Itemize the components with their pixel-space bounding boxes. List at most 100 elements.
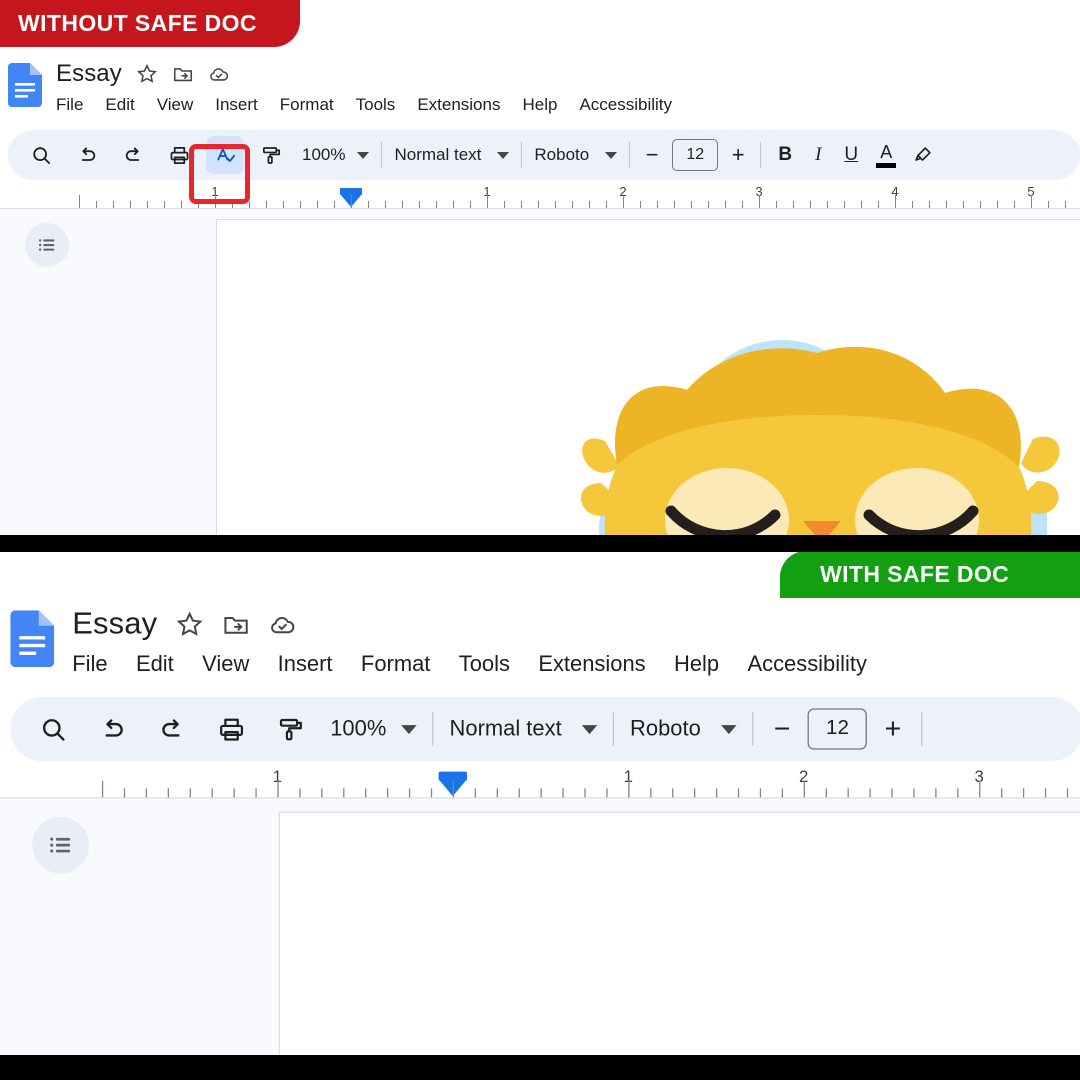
font-size-input[interactable]: 12 <box>807 708 868 750</box>
zoom-control[interactable]: 100% <box>302 145 370 165</box>
divider <box>521 142 523 168</box>
ruler-tick <box>255 788 257 798</box>
menu-item-insert[interactable]: Insert <box>278 649 333 680</box>
zoom-control[interactable]: 100% <box>330 716 418 742</box>
google-docs-logo-icon[interactable] <box>8 63 42 107</box>
menu-item-accessibility[interactable]: Accessibility <box>747 649 866 680</box>
highlight-color-icon[interactable] <box>911 136 935 174</box>
menu-item-edit[interactable]: Edit <box>105 93 134 117</box>
document-outline-icon[interactable] <box>32 816 90 874</box>
search-icon[interactable] <box>22 136 60 174</box>
ruler-tick <box>589 201 590 208</box>
menu-item-help[interactable]: Help <box>674 649 719 680</box>
ruler-tick <box>957 788 959 798</box>
banner-without-label: WITHOUT SAFE DOC <box>18 10 257 36</box>
menu-item-accessibility[interactable]: Accessibility <box>579 93 672 117</box>
ruler-tick <box>827 201 828 208</box>
ruler-tick <box>334 201 335 208</box>
paint-format-icon[interactable] <box>252 136 290 174</box>
search-icon[interactable] <box>28 704 77 753</box>
document-page-bottom[interactable] <box>278 811 1080 1055</box>
menu-item-insert[interactable]: Insert <box>215 93 258 117</box>
ruler-top[interactable]: 1 1 2 3 4 5 <box>0 183 1080 209</box>
document-outline-icon[interactable] <box>25 223 69 267</box>
menu-item-view[interactable]: View <box>202 649 249 680</box>
ruler-tick <box>402 201 403 208</box>
ruler-tick <box>861 201 862 208</box>
move-to-folder-icon[interactable] <box>222 610 250 638</box>
paint-format-icon[interactable] <box>266 704 315 753</box>
google-docs-logo-icon[interactable] <box>10 610 55 668</box>
ruler-tick <box>408 788 411 798</box>
ruler-bottom[interactable]: 1 1 2 3 <box>0 765 1080 799</box>
undo-icon[interactable] <box>68 136 106 174</box>
paragraph-style-dropdown[interactable]: Normal text <box>394 145 510 165</box>
document-page-top[interactable] <box>216 219 1080 535</box>
ruler-tick <box>1022 788 1025 798</box>
ruler-tick <box>317 201 318 208</box>
cloud-saved-icon[interactable] <box>268 610 296 638</box>
menu-item-file[interactable]: File <box>72 649 107 680</box>
font-size-decrease-button[interactable]: − <box>769 714 795 742</box>
undo-icon[interactable] <box>88 704 137 753</box>
doc-header: Essay File Edit View Insert Format Tools… <box>0 55 1080 127</box>
redo-icon[interactable] <box>114 136 152 174</box>
page-title[interactable]: Essay <box>56 59 122 89</box>
underline-button[interactable]: U <box>841 144 861 166</box>
font-size-increase-button[interactable]: + <box>880 714 906 742</box>
menu-item-help[interactable]: Help <box>522 93 557 117</box>
ruler-tick <box>572 201 573 208</box>
ruler-tick <box>759 195 760 208</box>
font-size-increase-button[interactable]: + <box>728 144 748 166</box>
menu-item-extensions[interactable]: Extensions <box>538 649 645 680</box>
font-size-decrease-button[interactable]: − <box>642 144 662 166</box>
ruler-tick <box>123 788 126 798</box>
ruler-tick <box>759 788 762 798</box>
menu-item-file[interactable]: File <box>56 93 83 117</box>
star-icon[interactable] <box>136 63 158 85</box>
menu-item-view[interactable]: View <box>157 93 194 117</box>
ruler-tick <box>847 788 849 798</box>
ruler-tick <box>474 788 477 798</box>
toolbar-wrapper: 100% Normal text Roboto − <box>0 127 1080 183</box>
paragraph-style-value: Normal text <box>449 716 562 741</box>
ruler-tick <box>623 195 624 208</box>
font-size-stepper: − 12 + <box>769 708 906 750</box>
menu-item-format[interactable]: Format <box>280 93 334 117</box>
ruler-tick <box>211 788 213 798</box>
google-docs-ui-top: Essay File Edit View Insert Format Tools… <box>0 55 1080 535</box>
star-icon[interactable] <box>175 610 203 638</box>
text-color-button[interactable]: A <box>875 143 897 168</box>
print-icon[interactable] <box>206 704 255 753</box>
ruler-tick <box>793 201 794 208</box>
paragraph-style-dropdown[interactable]: Normal text <box>450 716 598 742</box>
font-size-input[interactable]: 12 <box>672 139 719 171</box>
ruler-tick <box>606 788 608 798</box>
font-size-stepper: − 12 + <box>642 139 748 171</box>
cloud-saved-icon[interactable] <box>208 63 230 85</box>
ruler-tick <box>504 201 505 208</box>
menu-item-tools[interactable]: Tools <box>459 649 510 680</box>
move-to-folder-icon[interactable] <box>172 63 194 85</box>
page-title[interactable]: Essay <box>72 605 157 644</box>
bold-button[interactable]: B <box>775 144 795 166</box>
ruler-tick <box>640 201 641 208</box>
ruler-tick <box>725 201 726 208</box>
ruler-tick <box>1014 201 1015 208</box>
ruler-tick <box>980 201 981 208</box>
menu-item-format[interactable]: Format <box>361 649 430 680</box>
doc-title-row: Essay <box>72 605 296 644</box>
ruler-tick <box>147 201 148 208</box>
menu-item-extensions[interactable]: Extensions <box>417 93 500 117</box>
menu-item-edit[interactable]: Edit <box>136 649 174 680</box>
italic-button[interactable]: I <box>809 144 827 166</box>
ruler-tick <box>419 201 420 208</box>
menu-item-tools[interactable]: Tools <box>356 93 396 117</box>
font-family-dropdown[interactable]: Roboto <box>630 716 737 742</box>
redo-icon[interactable] <box>147 704 196 753</box>
ruler-tick <box>912 201 913 208</box>
menu-bar: File Edit View Insert Format Tools Exten… <box>56 93 672 117</box>
font-family-dropdown[interactable]: Roboto <box>534 145 618 165</box>
ruler-tick <box>321 788 323 798</box>
ruler-tick <box>1044 788 1047 798</box>
